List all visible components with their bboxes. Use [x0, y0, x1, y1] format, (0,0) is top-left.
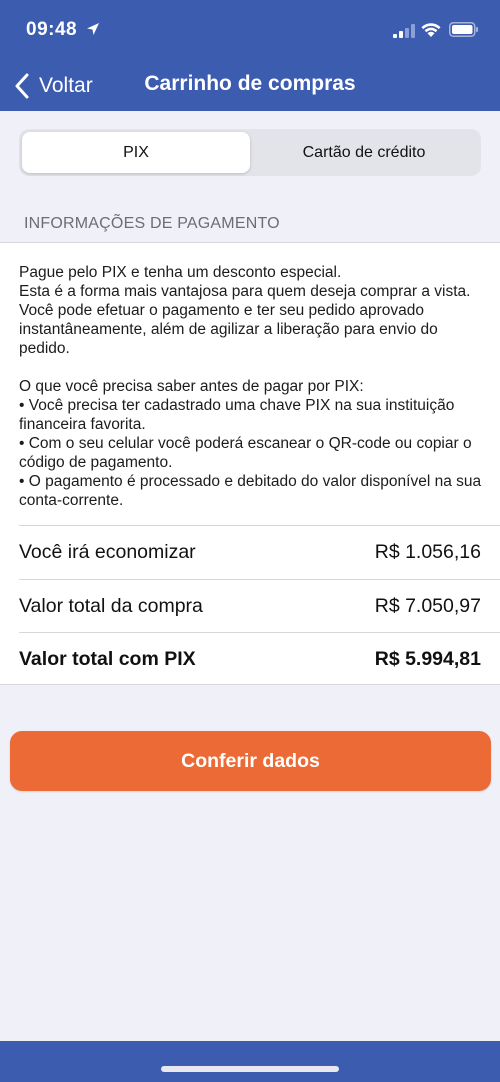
check-data-button[interactable]: Conferir dados [10, 731, 491, 791]
location-arrow-icon [87, 23, 99, 35]
summary-label: Valor total da compra [19, 595, 203, 617]
battery-icon [449, 22, 478, 37]
tab-credit-card[interactable]: Cartão de crédito [250, 132, 478, 173]
signal-icon [393, 24, 415, 38]
tab-pix[interactable]: PIX [22, 132, 250, 173]
page-title-text: Carrinho de compras [144, 72, 356, 95]
bottom-bar [0, 1041, 500, 1082]
payment-info-card: Pague pelo PIX e tenha um desconto espec… [0, 242, 500, 685]
summary-value: R$ 1.056,16 [374, 541, 481, 563]
home-indicator[interactable] [161, 1066, 339, 1072]
page-title: Carrinho de compras [0, 72, 500, 96]
payment-method-segmented-control: PIX Cartão de crédito [19, 129, 481, 176]
wifi-icon [421, 23, 441, 37]
info-paragraph-1: Pague pelo PIX e tenha um desconto espec… [19, 264, 471, 357]
info-paragraph-2: O que você precisa saber antes de pagar … [19, 378, 482, 509]
summary-row-pix-total: Valor total com PIX R$ 5.994,81 [19, 633, 481, 686]
summary-label: Valor total com PIX [19, 648, 196, 670]
summary-value: R$ 5.994,81 [374, 648, 481, 670]
nav-header: 09:48 Voltar Carrinho de compras [0, 0, 500, 111]
payment-info-text: Pague pelo PIX e tenha um desconto espec… [19, 263, 489, 510]
summary-row-savings: Você irá economizar R$ 1.056,16 [19, 526, 481, 579]
section-header: INFORMAÇÕES DE PAGAMENTO [24, 215, 280, 232]
summary-label: Você irá economizar [19, 541, 196, 563]
summary-value: R$ 7.050,97 [374, 595, 481, 617]
summary-row-total: Valor total da compra R$ 7.050,97 [19, 580, 481, 633]
status-time: 09:48 [26, 19, 78, 40]
